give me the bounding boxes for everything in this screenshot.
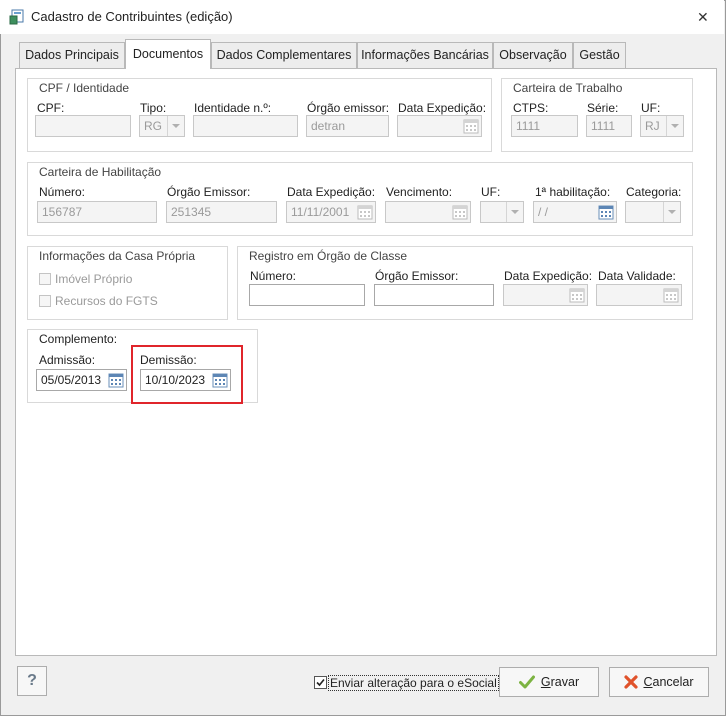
group-title: Informações da Casa Própria <box>39 249 196 263</box>
uf-label: UF: <box>641 101 661 115</box>
help-button[interactable]: ? <box>17 666 47 696</box>
esocial-label[interactable]: Enviar alteração para o eSocial <box>328 675 499 691</box>
cnh-primeira-value: / / <box>538 205 549 219</box>
recursos-fgts-checkbox[interactable] <box>39 295 51 307</box>
close-icon <box>624 675 639 689</box>
admissao-value: 05/05/2013 <box>41 373 102 387</box>
tab-documentos[interactable]: Documentos <box>125 39 211 69</box>
tipo-value: RG <box>144 119 162 133</box>
cpf-label: CPF: <box>37 101 65 115</box>
calendar-icon[interactable] <box>568 286 586 304</box>
calendar-icon[interactable] <box>462 117 480 135</box>
serie-label: Série: <box>587 101 619 115</box>
close-icon[interactable]: ✕ <box>697 9 709 26</box>
classe-orgao-field[interactable] <box>374 284 494 306</box>
classe-numero-label: Número: <box>250 269 297 283</box>
classe-orgao-label: Órgão Emissor: <box>375 269 459 283</box>
tab-dados-principais[interactable]: Dados Principais <box>19 42 125 68</box>
chevron-down-icon <box>666 116 683 136</box>
identidade-field[interactable] <box>193 115 298 137</box>
group-title: CPF / Identidade <box>39 81 130 95</box>
cnh-numero-field[interactable]: 156787 <box>37 201 157 223</box>
data-expedicao-label: Data Expedição: <box>398 101 487 115</box>
cpf-field[interactable] <box>35 115 131 137</box>
orgao-emissor-field[interactable]: detran <box>306 115 389 137</box>
cnh-vencimento-label: Vencimento: <box>386 185 453 199</box>
uf-value: RJ <box>645 119 660 133</box>
esocial-checkbox[interactable] <box>314 676 327 689</box>
chevron-down-icon <box>167 116 184 136</box>
group-title: Complemento: <box>39 332 118 346</box>
cnh-data-field[interactable]: 11/11/2001 <box>286 201 376 223</box>
tab-dados-complementares[interactable]: Dados Complementares <box>211 42 357 68</box>
demissao-highlight-box <box>131 345 243 404</box>
checkmark-icon <box>518 675 535 689</box>
admissao-field[interactable]: 05/05/2013 <box>36 369 127 391</box>
tipo-select[interactable]: RG <box>139 115 185 137</box>
calendar-icon[interactable] <box>597 203 615 221</box>
calendar-icon[interactable] <box>451 203 469 221</box>
cnh-numero-label: Número: <box>39 185 86 199</box>
classe-data-val-field[interactable] <box>596 284 682 306</box>
classe-data-exp-label: Data Expedição: <box>504 269 593 283</box>
gravar-button[interactable]: Gravar <box>499 667 599 697</box>
chevron-down-icon <box>506 202 523 222</box>
identidade-label: Identidade n.º: <box>194 101 272 115</box>
calendar-icon[interactable] <box>356 203 374 221</box>
app-icon <box>9 9 24 25</box>
cnh-orgao-field[interactable]: 251345 <box>166 201 277 223</box>
cnh-categoria-label: Categoria: <box>626 185 682 199</box>
ctps-field[interactable]: 1111 <box>511 115 578 137</box>
tab-observacao[interactable]: Observação <box>493 42 573 68</box>
classe-numero-field[interactable] <box>249 284 365 306</box>
cnh-categoria-select[interactable] <box>625 201 681 223</box>
serie-field[interactable]: 1111 <box>586 115 632 137</box>
cancelar-button[interactable]: Cancelar <box>609 667 709 697</box>
cancelar-label: Cancelar <box>643 675 694 689</box>
cnh-data-label: Data Expedição: <box>287 185 376 199</box>
imovel-proprio-checkbox[interactable] <box>39 273 51 285</box>
group-title: Registro em Órgão de Classe <box>249 249 408 263</box>
calendar-icon[interactable] <box>662 286 680 304</box>
recursos-fgts-label: Recursos do FGTS <box>55 294 158 308</box>
classe-data-val-label: Data Validade: <box>598 269 676 283</box>
calendar-icon[interactable] <box>107 371 125 389</box>
group-title: Carteira de Trabalho <box>513 81 623 95</box>
data-expedicao-field[interactable] <box>397 115 482 137</box>
uf-select[interactable]: RJ <box>640 115 684 137</box>
cnh-data-value: 11/11/2001 <box>291 205 350 219</box>
group-title: Carteira de Habilitação <box>39 165 162 179</box>
checkmark-icon <box>316 678 325 687</box>
cnh-uf-select[interactable] <box>480 201 524 223</box>
cnh-orgao-label: Órgão Emissor: <box>167 185 251 199</box>
cnh-primeira-label: 1ª habilitação: <box>535 185 611 199</box>
gravar-label: Gravar <box>540 675 580 689</box>
cnh-uf-label: UF: <box>481 185 501 199</box>
classe-data-exp-field[interactable] <box>503 284 588 306</box>
window-title: Cadastro de Contribuintes (edição) <box>31 9 233 24</box>
cnh-vencimento-field[interactable] <box>385 201 471 223</box>
admissao-label: Admissão: <box>39 353 96 367</box>
orgao-emissor-label: Órgão emissor: <box>307 101 390 115</box>
tab-informacoes-bancarias[interactable]: Informações Bancárias <box>357 42 493 68</box>
tipo-label: Tipo: <box>140 101 167 115</box>
tab-gestao[interactable]: Gestão <box>573 42 626 68</box>
cnh-primeira-field[interactable]: / / <box>533 201 617 223</box>
chevron-down-icon <box>663 202 680 222</box>
imovel-proprio-label: Imóvel Próprio <box>55 272 133 286</box>
ctps-label: CTPS: <box>513 101 549 115</box>
